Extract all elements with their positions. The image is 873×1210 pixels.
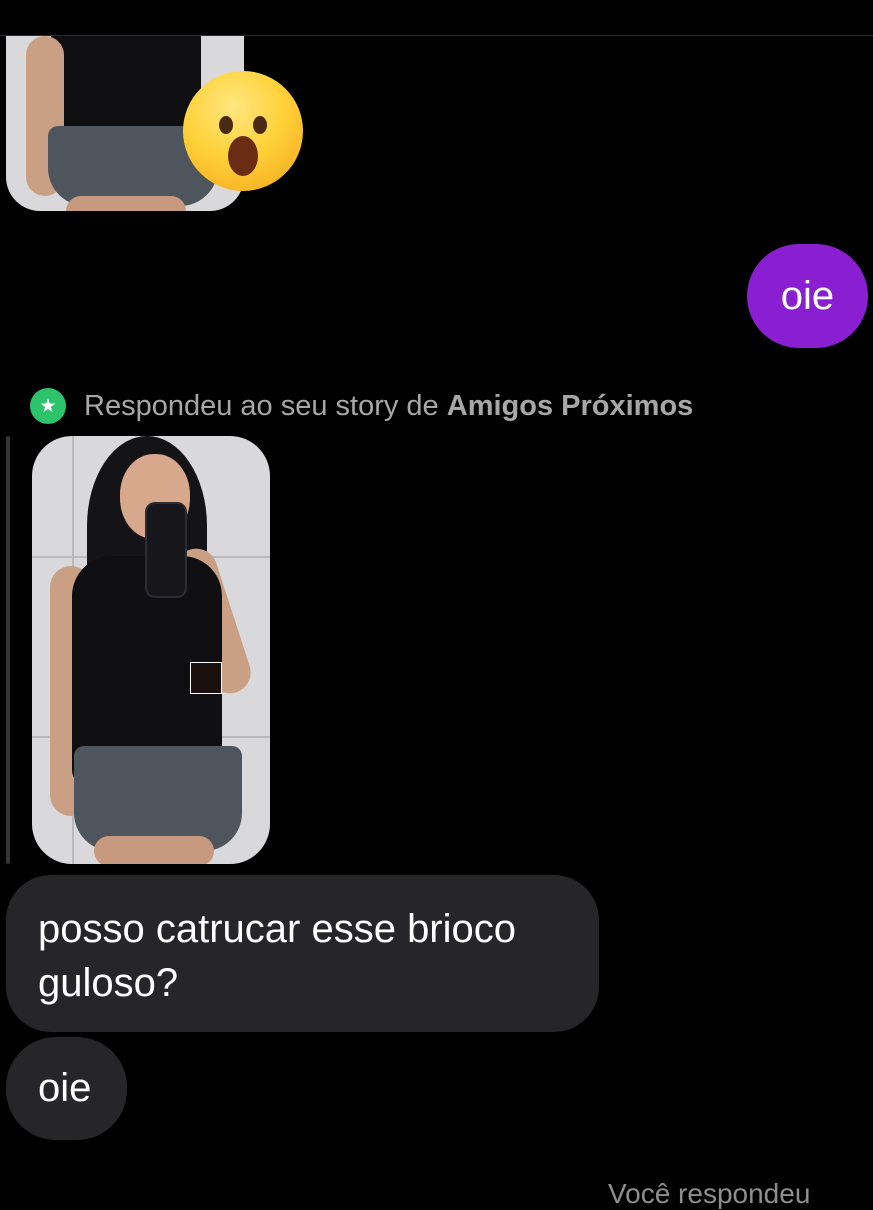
- emoji-eye-right: [253, 116, 267, 134]
- incoming-message-bubble[interactable]: posso catrucar esse brioco guloso?: [6, 875, 599, 1032]
- replied-story-thumbnail[interactable]: [32, 436, 270, 864]
- close-friends-label: Amigos Próximos: [446, 389, 694, 422]
- story-legs: [94, 836, 214, 864]
- star-icon: ★: [30, 388, 66, 424]
- story-phone: [145, 502, 187, 598]
- outgoing-message-bubble[interactable]: oie: [747, 244, 868, 348]
- music-sticker: [190, 662, 222, 694]
- astonished-face-icon: [183, 71, 303, 191]
- incoming-message-text: posso catrucar esse brioco guloso?: [38, 907, 517, 1005]
- outgoing-message-text: oie: [780, 274, 835, 318]
- you-replied-note: Você respondeu: [608, 1178, 811, 1209]
- emoji-mouth: [228, 136, 258, 176]
- incoming-message-text: oie: [38, 1066, 92, 1110]
- incoming-message-bubble[interactable]: oie: [6, 1037, 127, 1140]
- reply-rail: [6, 436, 10, 864]
- emoji-eye-left: [219, 116, 233, 134]
- story-reply-prefix: Respondeu ao seu story de: [84, 389, 447, 422]
- story-legs-top: [66, 196, 186, 211]
- story-reply-header: ★ Respondeu ao seu story de Amigos Próxi…: [30, 385, 693, 427]
